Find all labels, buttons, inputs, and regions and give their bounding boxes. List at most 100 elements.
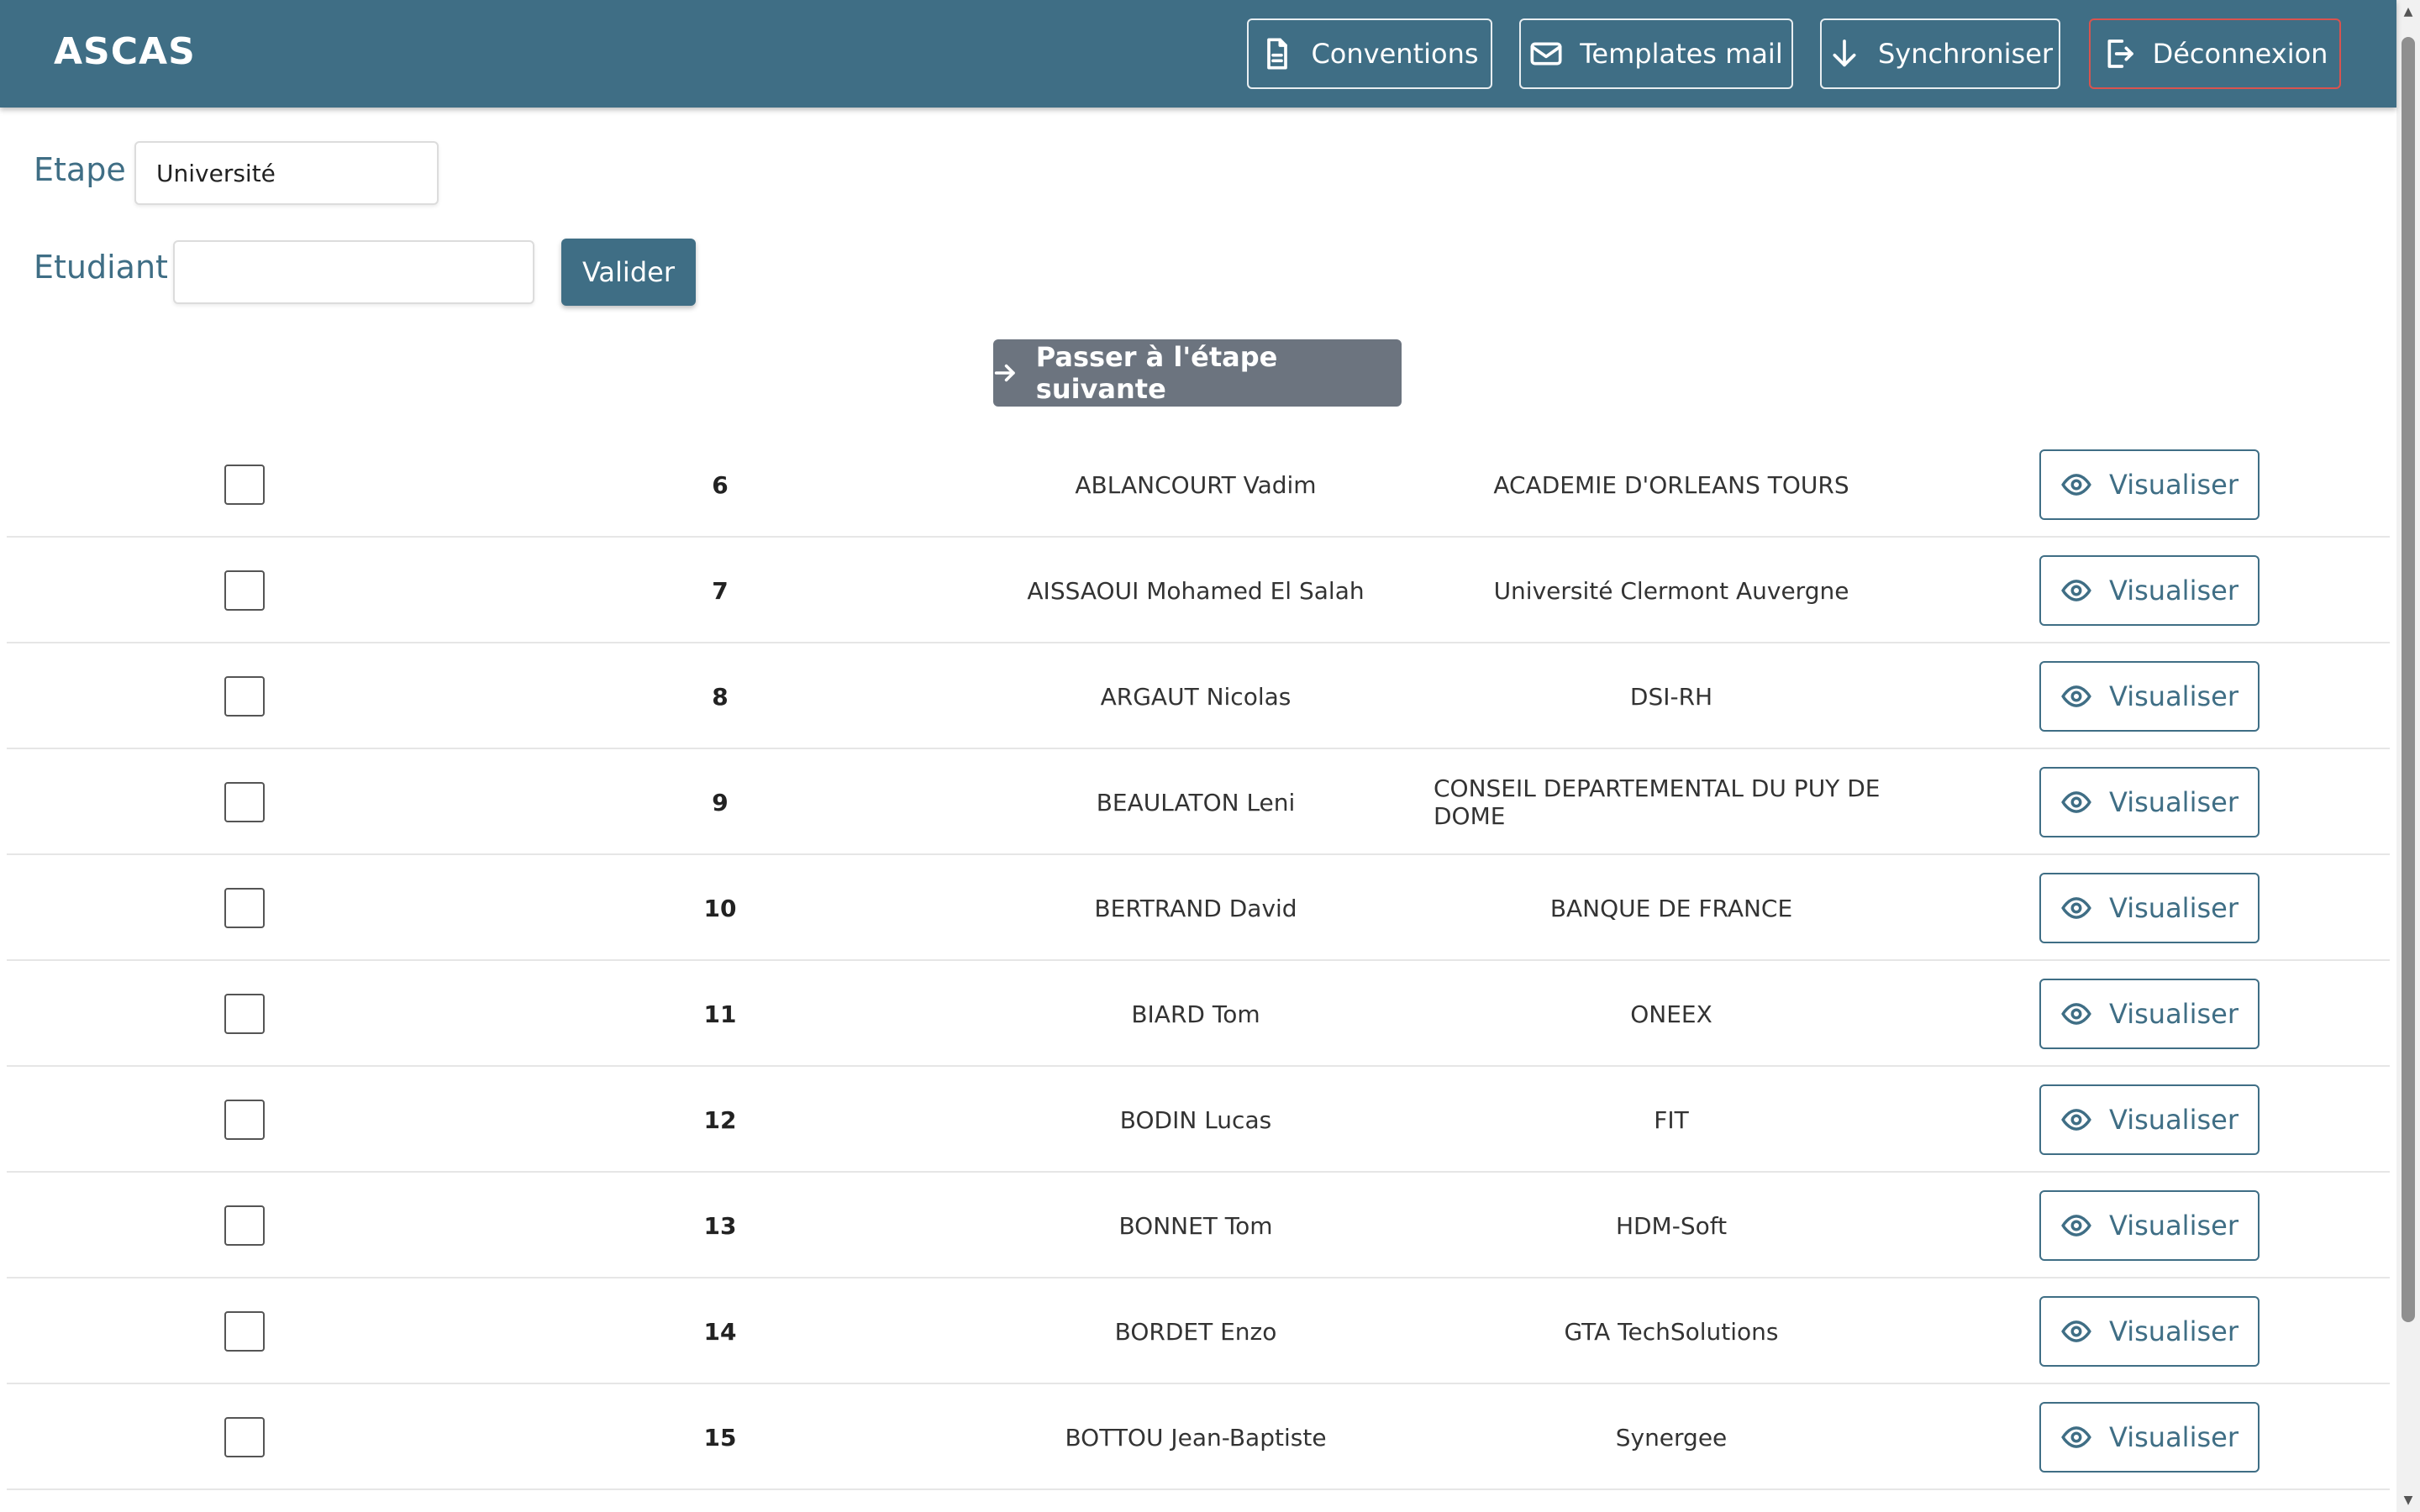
visualiser-button[interactable]: Visualiser — [2039, 555, 2260, 626]
organization-name: Université Clermont Auvergne — [1493, 576, 1849, 605]
table-row: 11 BIARD Tom ONEEX Visualiser — [7, 961, 2390, 1067]
arrow-down-icon — [1833, 39, 1856, 67]
visualiser-label: Visualiser — [2109, 892, 2238, 924]
table-row: 13 BONNET Tom HDM-Soft Visualiser — [7, 1173, 2390, 1278]
action-cell: Visualiser — [1909, 749, 2390, 855]
organization-name: CONSEIL DEPARTEMENTAL DU PUY DE DOME — [1434, 774, 1881, 830]
organization-name: HDM-Soft — [1615, 1211, 1728, 1240]
action-cell: Visualiser — [1909, 961, 2390, 1067]
select-cell — [7, 538, 482, 643]
templates-mail-label: Templates mail — [1580, 38, 1783, 70]
table-row: 6 ABLANCOURT Vadim ACADEMIE D'ORLEANS TO… — [7, 432, 2390, 538]
visualiser-label: Visualiser — [2109, 786, 2238, 818]
scroll-up-icon[interactable]: ▲ — [2402, 5, 2415, 18]
visualiser-label: Visualiser — [2109, 680, 2238, 712]
eye-icon — [2061, 791, 2091, 813]
row-number: 14 — [703, 1317, 737, 1346]
top-navbar: ASCAS Conventions Templates mail Synchro… — [0, 0, 2396, 108]
action-cell: Visualiser — [1909, 1067, 2390, 1173]
page-scrollbar[interactable]: ▲ ▼ — [2396, 0, 2420, 1512]
row-checkbox[interactable] — [224, 994, 265, 1034]
row-number: 13 — [703, 1211, 737, 1240]
row-number: 9 — [712, 788, 729, 816]
app-title[interactable]: ASCAS — [54, 30, 196, 73]
templates-mail-button[interactable]: Templates mail — [1519, 18, 1793, 89]
student-name: BIARD Tom — [1131, 1000, 1260, 1028]
row-number: 15 — [703, 1423, 737, 1452]
synchroniser-label: Synchroniser — [1877, 38, 2054, 70]
select-cell — [7, 855, 482, 961]
etape-label: Etape : — [34, 151, 147, 188]
student-name: BONNET Tom — [1118, 1211, 1273, 1240]
eye-icon — [2061, 897, 2091, 919]
action-cell: Visualiser — [1909, 1384, 2390, 1490]
visualiser-button[interactable]: Visualiser — [2039, 1190, 2260, 1261]
eye-icon — [2061, 1003, 2091, 1025]
row-checkbox[interactable] — [224, 782, 265, 822]
table-row: 10 BERTRAND David BANQUE DE FRANCE Visua… — [7, 855, 2390, 961]
document-icon — [1267, 38, 1288, 70]
select-cell — [7, 1173, 482, 1278]
scroll-thumb[interactable] — [2402, 37, 2415, 1322]
row-number: 6 — [712, 470, 729, 499]
etape-input[interactable] — [134, 141, 439, 205]
deconnexion-label: Déconnexion — [2152, 38, 2328, 70]
row-number: 10 — [703, 894, 737, 922]
row-checkbox[interactable] — [224, 570, 265, 611]
synchroniser-button[interactable]: Synchroniser — [1820, 18, 2060, 89]
scroll-down-icon[interactable]: ▼ — [2402, 1494, 2415, 1507]
action-cell: Visualiser — [1909, 643, 2390, 749]
deconnexion-button[interactable]: Déconnexion — [2089, 18, 2341, 89]
select-cell — [7, 1067, 482, 1173]
eye-icon — [2061, 685, 2091, 707]
row-checkbox[interactable] — [224, 676, 265, 717]
select-cell — [7, 1384, 482, 1490]
eye-icon — [2061, 1215, 2091, 1236]
action-cell: Visualiser — [1909, 1173, 2390, 1278]
valider-button[interactable]: Valider — [561, 239, 696, 306]
action-cell: Visualiser — [1909, 432, 2390, 538]
student-name: ARGAUT Nicolas — [1100, 682, 1292, 711]
action-cell: Visualiser — [1909, 538, 2390, 643]
table-row: 9 BEAULATON Leni CONSEIL DEPARTEMENTAL D… — [7, 749, 2390, 855]
visualiser-button[interactable]: Visualiser — [2039, 1402, 2260, 1473]
student-name: BERTRAND David — [1094, 894, 1297, 922]
row-checkbox[interactable] — [224, 888, 265, 928]
visualiser-button[interactable]: Visualiser — [2039, 661, 2260, 732]
action-cell: Visualiser — [1909, 1278, 2390, 1384]
row-checkbox[interactable] — [224, 1311, 265, 1352]
row-checkbox[interactable] — [224, 1417, 265, 1457]
student-name: BEAULATON Leni — [1096, 788, 1296, 816]
visualiser-button[interactable]: Visualiser — [2039, 1296, 2260, 1367]
row-checkbox[interactable] — [224, 1205, 265, 1246]
logout-icon — [2107, 39, 2133, 68]
select-cell — [7, 1278, 482, 1384]
organization-name: GTA TechSolutions — [1564, 1317, 1779, 1346]
visualiser-button[interactable]: Visualiser — [2039, 1084, 2260, 1155]
student-name: BOTTOU Jean-Baptiste — [1065, 1423, 1327, 1452]
row-checkbox[interactable] — [224, 1100, 265, 1140]
row-number: 12 — [703, 1105, 737, 1134]
organization-name: ACADEMIE D'ORLEANS TOURS — [1493, 470, 1849, 499]
eye-icon — [2061, 474, 2091, 496]
etudiant-input[interactable] — [173, 240, 534, 304]
visualiser-button[interactable]: Visualiser — [2039, 449, 2260, 520]
row-number: 8 — [712, 682, 729, 711]
visualiser-label: Visualiser — [2109, 1315, 2238, 1347]
visualiser-label: Visualiser — [2109, 469, 2238, 501]
visualiser-label: Visualiser — [2109, 998, 2238, 1030]
visualiser-button[interactable]: Visualiser — [2039, 873, 2260, 943]
next-step-button[interactable]: Passer à l'étape suivante — [993, 339, 1402, 407]
eye-icon — [2061, 1320, 2091, 1342]
visualiser-button[interactable]: Visualiser — [2039, 979, 2260, 1049]
student-name: BORDET Enzo — [1114, 1317, 1277, 1346]
visualiser-button[interactable]: Visualiser — [2039, 767, 2260, 837]
organization-name: DSI-RH — [1629, 682, 1713, 711]
select-cell — [7, 432, 482, 538]
select-cell — [7, 749, 482, 855]
students-table: 6 ABLANCOURT Vadim ACADEMIE D'ORLEANS TO… — [7, 432, 2390, 1490]
table-row: 15 BOTTOU Jean-Baptiste Synergee Visuali… — [7, 1384, 2390, 1490]
student-name: AISSAOUI Mohamed El Salah — [1027, 576, 1365, 605]
conventions-button[interactable]: Conventions — [1247, 18, 1492, 89]
row-checkbox[interactable] — [224, 465, 265, 505]
